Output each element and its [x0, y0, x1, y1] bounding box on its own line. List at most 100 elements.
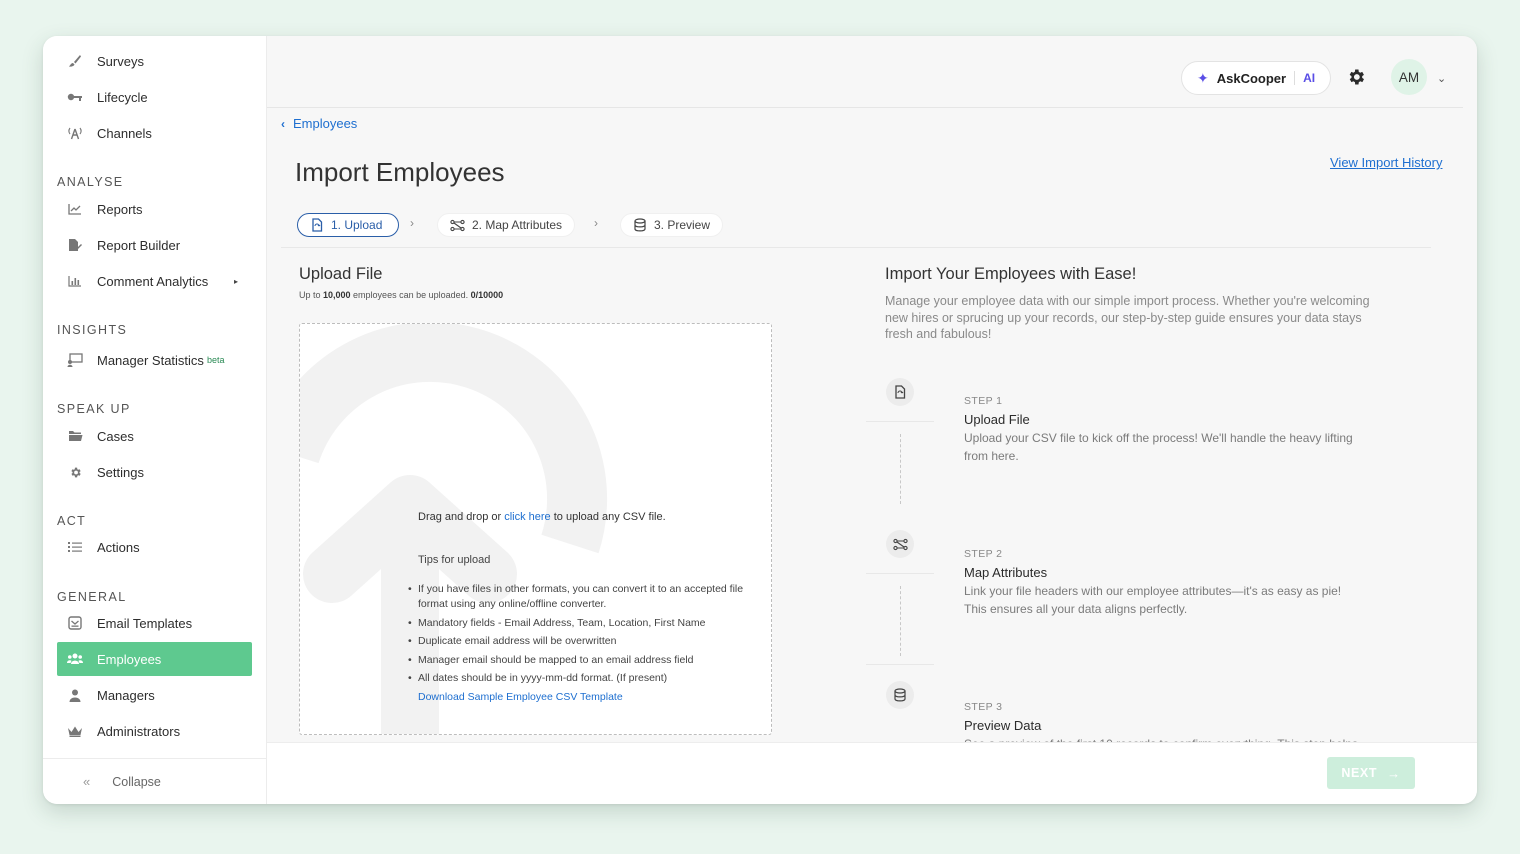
gear-icon [67, 464, 83, 480]
folder-icon [67, 428, 83, 444]
map-attributes-icon [450, 219, 465, 232]
breadcrumb-label: Employees [293, 116, 358, 131]
top-bar: ✦ AskCooper AI AM ⌄ [267, 36, 1463, 108]
click-here-link[interactable]: click here [504, 511, 550, 523]
chevron-down-icon[interactable]: ⌄ [1437, 72, 1446, 85]
sidebar: Surveys Lifecycle Channels ANALYSE Repor… [43, 36, 267, 804]
upload-title: Upload File [299, 265, 383, 283]
bar-chart-icon [67, 273, 83, 289]
sidebar-item-surveys[interactable]: Surveys [57, 44, 252, 78]
sidebar-item-label: Actions [97, 539, 140, 555]
key-icon [67, 89, 83, 105]
sidebar-item-settings[interactable]: Settings [57, 455, 252, 489]
sidebar-item-label: Cases [97, 428, 134, 444]
sidebar-item-label: Employees [97, 651, 162, 667]
sidebar-item-actions[interactable]: Actions [57, 530, 252, 564]
chevron-right-icon: › [594, 216, 598, 230]
step-2-name: Map Attributes [964, 565, 1048, 580]
step-3-label: STEP 3 [964, 701, 1003, 713]
step-preview-tab[interactable]: 3. Preview [620, 213, 724, 237]
sidebar-item-comment-analytics[interactable]: Comment Analytics ▸ [57, 264, 252, 298]
sidebar-item-label: Surveys [97, 53, 144, 69]
list-icon [67, 539, 83, 555]
guide-divider [866, 573, 934, 574]
arrow-right-icon: → [1387, 765, 1401, 781]
ask-divider [1294, 71, 1296, 85]
step-2-desc: Link your file headers with our employee… [964, 584, 1342, 616]
tips-list: If you have files in other formats, you … [408, 582, 748, 690]
sidebar-item-manager-statistics[interactable]: Manager Statistics beta [57, 343, 252, 377]
sidebar-item-label: Comment Analytics [97, 273, 209, 289]
step-map-attributes-tab[interactable]: 2. Map Attributes [437, 213, 576, 237]
tip-item: All dates should be in yyyy-mm-dd format… [408, 671, 748, 686]
sidebar-item-report-builder[interactable]: Report Builder [57, 228, 252, 262]
sidebar-item-label: Manager Statistics [97, 352, 204, 368]
sidebar-item-reports[interactable]: Reports [57, 192, 252, 226]
sidebar-item-label: Channels [97, 125, 152, 141]
step-label: 3. Preview [654, 218, 711, 232]
ai-label: AI [1303, 71, 1316, 85]
chevron-right-icon: › [410, 216, 414, 230]
section-title-general: GENERAL [57, 590, 127, 604]
ask-cooper-button[interactable]: ✦ AskCooper AI [1181, 61, 1331, 95]
dropzone-instruction: Drag and drop or click here to upload an… [418, 511, 666, 523]
step-label: 2. Map Attributes [472, 218, 563, 232]
beta-badge: beta [206, 355, 225, 365]
sparkle-icon: ✦ [1197, 69, 1209, 86]
upload-limit: 10,000 [323, 290, 351, 300]
view-import-history-link[interactable]: View Import History [1330, 155, 1442, 170]
settings-gear-icon[interactable] [1346, 67, 1368, 89]
tip-item: Mandatory fields - Email Address, Team, … [408, 616, 748, 631]
crown-icon [67, 723, 83, 739]
drop-text: Drag and drop or [418, 511, 505, 523]
sidebar-item-label: Report Builder [97, 237, 181, 253]
sidebar-item-managers[interactable]: Managers [57, 678, 252, 712]
email-template-icon [67, 615, 83, 631]
sidebar-item-channels[interactable]: Channels [57, 116, 252, 150]
chevron-left-icon: ‹ [281, 116, 285, 131]
section-title-act: ACT [57, 514, 87, 528]
tips-title: Tips for upload [418, 554, 491, 566]
next-label: NEXT [1341, 766, 1378, 780]
tip-item: If you have files in other formats, you … [408, 582, 748, 612]
user-avatar[interactable]: AM [1391, 59, 1427, 95]
file-sync-icon [886, 378, 914, 406]
sidebar-item-employees[interactable]: Employees [57, 642, 252, 676]
presentation-icon [67, 352, 83, 368]
subtitle-text: employees can be uploaded. [350, 290, 471, 300]
sidebar-item-cases[interactable]: Cases [57, 419, 252, 453]
file-dropzone[interactable]: Drag and drop or click here to upload an… [299, 323, 772, 735]
next-button[interactable]: NEXT → [1327, 757, 1415, 789]
guide-description: Manage your employee data with our simpl… [885, 294, 1370, 341]
sidebar-item-label: Settings [97, 464, 144, 480]
footer-bar: NEXT → [267, 742, 1477, 804]
file-edit-icon [67, 237, 83, 253]
step-2-label: STEP 2 [964, 548, 1003, 560]
sidebar-item-email-templates[interactable]: Email Templates [57, 606, 252, 640]
sidebar-item-lifecycle[interactable]: Lifecycle [57, 80, 252, 114]
double-chevron-left-icon: « [83, 774, 91, 789]
tip-item: Manager email should be mapped to an ema… [408, 653, 748, 668]
sidebar-item-label: Managers [97, 687, 155, 703]
database-icon [886, 681, 914, 709]
upload-subtitle: Up to 10,000 employees can be uploaded. … [299, 290, 503, 300]
step-label: 1. Upload [331, 218, 383, 232]
map-attributes-icon [886, 530, 914, 558]
step-1-desc: Upload your CSV file to kick off the pro… [964, 431, 1353, 463]
breadcrumb-employees[interactable]: ‹ Employees [281, 116, 357, 131]
guide-divider [866, 664, 934, 665]
section-title-insights: INSIGHTS [57, 323, 128, 337]
users-icon [67, 651, 83, 667]
section-title-speak-up: SPEAK UP [57, 402, 131, 416]
guide-title: Import Your Employees with Ease! [885, 265, 1137, 283]
sidebar-item-administrators[interactable]: Administrators [57, 714, 252, 748]
step-1-label: STEP 1 [964, 395, 1003, 407]
step-3-name: Preview Data [964, 718, 1042, 733]
broadcast-icon [67, 125, 83, 141]
step-upload-tab[interactable]: 1. Upload [297, 213, 399, 237]
collapse-button[interactable]: « Collapse [43, 758, 267, 804]
page-title: Import Employees [295, 157, 505, 187]
sidebar-item-label: Email Templates [97, 615, 193, 631]
download-sample-link[interactable]: Download Sample Employee CSV Template [418, 691, 623, 703]
tip-item: Duplicate email address will be overwrit… [408, 634, 748, 649]
